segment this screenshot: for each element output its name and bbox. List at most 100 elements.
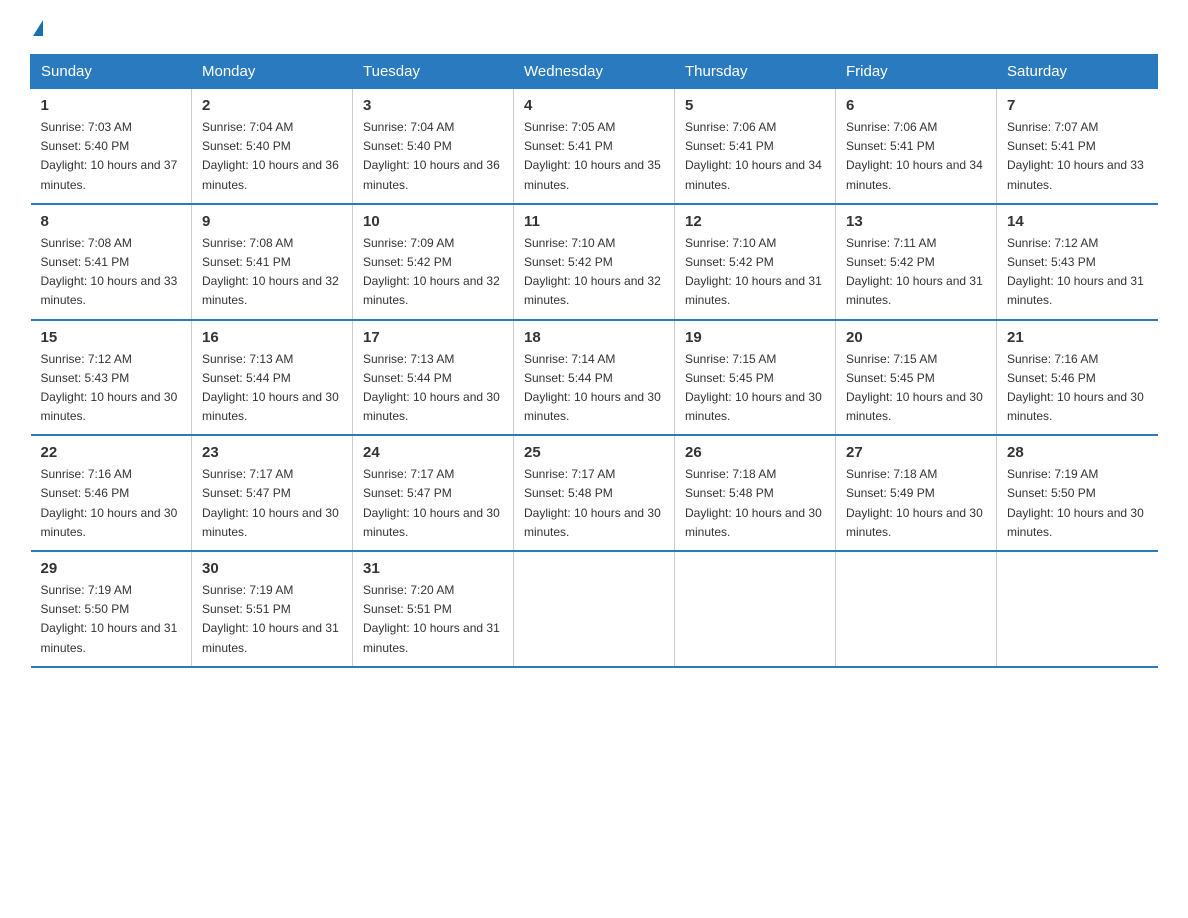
calendar-cell: 9 Sunrise: 7:08 AM Sunset: 5:41 PM Dayli… <box>192 204 353 320</box>
day-number: 8 <box>41 213 182 230</box>
calendar-cell: 6 Sunrise: 7:06 AM Sunset: 5:41 PM Dayli… <box>836 89 997 204</box>
calendar-week-row: 22 Sunrise: 7:16 AM Sunset: 5:46 PM Dayl… <box>31 435 1158 551</box>
calendar-cell: 28 Sunrise: 7:19 AM Sunset: 5:50 PM Dayl… <box>997 435 1158 551</box>
day-number: 17 <box>363 329 503 346</box>
calendar-cell <box>514 551 675 667</box>
calendar-cell: 11 Sunrise: 7:10 AM Sunset: 5:42 PM Dayl… <box>514 204 675 320</box>
day-number: 28 <box>1007 444 1148 461</box>
day-info: Sunrise: 7:17 AM Sunset: 5:48 PM Dayligh… <box>524 465 664 542</box>
calendar-cell: 13 Sunrise: 7:11 AM Sunset: 5:42 PM Dayl… <box>836 204 997 320</box>
calendar-cell: 27 Sunrise: 7:18 AM Sunset: 5:49 PM Dayl… <box>836 435 997 551</box>
calendar-cell: 31 Sunrise: 7:20 AM Sunset: 5:51 PM Dayl… <box>353 551 514 667</box>
calendar-cell <box>836 551 997 667</box>
calendar-cell: 1 Sunrise: 7:03 AM Sunset: 5:40 PM Dayli… <box>31 89 192 204</box>
calendar-cell: 10 Sunrise: 7:09 AM Sunset: 5:42 PM Dayl… <box>353 204 514 320</box>
day-info: Sunrise: 7:13 AM Sunset: 5:44 PM Dayligh… <box>202 350 342 427</box>
calendar-week-row: 8 Sunrise: 7:08 AM Sunset: 5:41 PM Dayli… <box>31 204 1158 320</box>
day-number: 31 <box>363 560 503 577</box>
calendar-cell: 8 Sunrise: 7:08 AM Sunset: 5:41 PM Dayli… <box>31 204 192 320</box>
day-info: Sunrise: 7:08 AM Sunset: 5:41 PM Dayligh… <box>41 234 182 311</box>
day-number: 7 <box>1007 97 1148 114</box>
day-info: Sunrise: 7:19 AM Sunset: 5:50 PM Dayligh… <box>1007 465 1148 542</box>
day-info: Sunrise: 7:07 AM Sunset: 5:41 PM Dayligh… <box>1007 118 1148 195</box>
day-info: Sunrise: 7:03 AM Sunset: 5:40 PM Dayligh… <box>41 118 182 195</box>
day-info: Sunrise: 7:06 AM Sunset: 5:41 PM Dayligh… <box>846 118 986 195</box>
column-header-wednesday: Wednesday <box>514 55 675 89</box>
day-number: 2 <box>202 97 342 114</box>
day-info: Sunrise: 7:16 AM Sunset: 5:46 PM Dayligh… <box>1007 350 1148 427</box>
day-info: Sunrise: 7:17 AM Sunset: 5:47 PM Dayligh… <box>363 465 503 542</box>
day-info: Sunrise: 7:12 AM Sunset: 5:43 PM Dayligh… <box>1007 234 1148 311</box>
day-number: 23 <box>202 444 342 461</box>
day-info: Sunrise: 7:06 AM Sunset: 5:41 PM Dayligh… <box>685 118 825 195</box>
day-info: Sunrise: 7:12 AM Sunset: 5:43 PM Dayligh… <box>41 350 182 427</box>
day-number: 27 <box>846 444 986 461</box>
calendar-cell: 24 Sunrise: 7:17 AM Sunset: 5:47 PM Dayl… <box>353 435 514 551</box>
calendar-cell: 20 Sunrise: 7:15 AM Sunset: 5:45 PM Dayl… <box>836 320 997 436</box>
column-header-monday: Monday <box>192 55 353 89</box>
day-info: Sunrise: 7:09 AM Sunset: 5:42 PM Dayligh… <box>363 234 503 311</box>
calendar-cell: 12 Sunrise: 7:10 AM Sunset: 5:42 PM Dayl… <box>675 204 836 320</box>
calendar-cell <box>675 551 836 667</box>
day-number: 11 <box>524 213 664 230</box>
day-info: Sunrise: 7:15 AM Sunset: 5:45 PM Dayligh… <box>846 350 986 427</box>
calendar-cell: 23 Sunrise: 7:17 AM Sunset: 5:47 PM Dayl… <box>192 435 353 551</box>
calendar-cell: 26 Sunrise: 7:18 AM Sunset: 5:48 PM Dayl… <box>675 435 836 551</box>
calendar-cell: 22 Sunrise: 7:16 AM Sunset: 5:46 PM Dayl… <box>31 435 192 551</box>
calendar-cell: 19 Sunrise: 7:15 AM Sunset: 5:45 PM Dayl… <box>675 320 836 436</box>
calendar-week-row: 1 Sunrise: 7:03 AM Sunset: 5:40 PM Dayli… <box>31 89 1158 204</box>
page-header <box>30 20 1158 36</box>
calendar-week-row: 15 Sunrise: 7:12 AM Sunset: 5:43 PM Dayl… <box>31 320 1158 436</box>
calendar-cell: 4 Sunrise: 7:05 AM Sunset: 5:41 PM Dayli… <box>514 89 675 204</box>
column-header-sunday: Sunday <box>31 55 192 89</box>
day-info: Sunrise: 7:13 AM Sunset: 5:44 PM Dayligh… <box>363 350 503 427</box>
column-header-tuesday: Tuesday <box>353 55 514 89</box>
calendar-cell: 16 Sunrise: 7:13 AM Sunset: 5:44 PM Dayl… <box>192 320 353 436</box>
day-info: Sunrise: 7:11 AM Sunset: 5:42 PM Dayligh… <box>846 234 986 311</box>
logo <box>30 20 43 36</box>
column-header-thursday: Thursday <box>675 55 836 89</box>
day-number: 19 <box>685 329 825 346</box>
day-number: 3 <box>363 97 503 114</box>
day-info: Sunrise: 7:04 AM Sunset: 5:40 PM Dayligh… <box>202 118 342 195</box>
calendar-cell: 21 Sunrise: 7:16 AM Sunset: 5:46 PM Dayl… <box>997 320 1158 436</box>
day-info: Sunrise: 7:16 AM Sunset: 5:46 PM Dayligh… <box>41 465 182 542</box>
day-number: 10 <box>363 213 503 230</box>
calendar-cell: 15 Sunrise: 7:12 AM Sunset: 5:43 PM Dayl… <box>31 320 192 436</box>
day-info: Sunrise: 7:05 AM Sunset: 5:41 PM Dayligh… <box>524 118 664 195</box>
logo-triangle-icon <box>33 20 43 36</box>
day-number: 6 <box>846 97 986 114</box>
day-number: 21 <box>1007 329 1148 346</box>
day-info: Sunrise: 7:17 AM Sunset: 5:47 PM Dayligh… <box>202 465 342 542</box>
day-info: Sunrise: 7:18 AM Sunset: 5:48 PM Dayligh… <box>685 465 825 542</box>
day-info: Sunrise: 7:20 AM Sunset: 5:51 PM Dayligh… <box>363 581 503 658</box>
day-number: 18 <box>524 329 664 346</box>
day-info: Sunrise: 7:14 AM Sunset: 5:44 PM Dayligh… <box>524 350 664 427</box>
day-number: 9 <box>202 213 342 230</box>
calendar-table: SundayMondayTuesdayWednesdayThursdayFrid… <box>30 54 1158 668</box>
day-info: Sunrise: 7:15 AM Sunset: 5:45 PM Dayligh… <box>685 350 825 427</box>
day-info: Sunrise: 7:04 AM Sunset: 5:40 PM Dayligh… <box>363 118 503 195</box>
calendar-cell: 7 Sunrise: 7:07 AM Sunset: 5:41 PM Dayli… <box>997 89 1158 204</box>
calendar-cell: 18 Sunrise: 7:14 AM Sunset: 5:44 PM Dayl… <box>514 320 675 436</box>
day-number: 1 <box>41 97 182 114</box>
day-info: Sunrise: 7:18 AM Sunset: 5:49 PM Dayligh… <box>846 465 986 542</box>
day-number: 14 <box>1007 213 1148 230</box>
day-number: 15 <box>41 329 182 346</box>
calendar-cell: 17 Sunrise: 7:13 AM Sunset: 5:44 PM Dayl… <box>353 320 514 436</box>
calendar-cell: 25 Sunrise: 7:17 AM Sunset: 5:48 PM Dayl… <box>514 435 675 551</box>
day-info: Sunrise: 7:19 AM Sunset: 5:50 PM Dayligh… <box>41 581 182 658</box>
calendar-cell: 3 Sunrise: 7:04 AM Sunset: 5:40 PM Dayli… <box>353 89 514 204</box>
day-number: 20 <box>846 329 986 346</box>
day-info: Sunrise: 7:08 AM Sunset: 5:41 PM Dayligh… <box>202 234 342 311</box>
calendar-cell: 14 Sunrise: 7:12 AM Sunset: 5:43 PM Dayl… <box>997 204 1158 320</box>
day-number: 16 <box>202 329 342 346</box>
day-number: 22 <box>41 444 182 461</box>
column-header-friday: Friday <box>836 55 997 89</box>
calendar-week-row: 29 Sunrise: 7:19 AM Sunset: 5:50 PM Dayl… <box>31 551 1158 667</box>
calendar-header-row: SundayMondayTuesdayWednesdayThursdayFrid… <box>31 55 1158 89</box>
day-number: 12 <box>685 213 825 230</box>
calendar-cell: 30 Sunrise: 7:19 AM Sunset: 5:51 PM Dayl… <box>192 551 353 667</box>
day-info: Sunrise: 7:10 AM Sunset: 5:42 PM Dayligh… <box>524 234 664 311</box>
calendar-cell <box>997 551 1158 667</box>
